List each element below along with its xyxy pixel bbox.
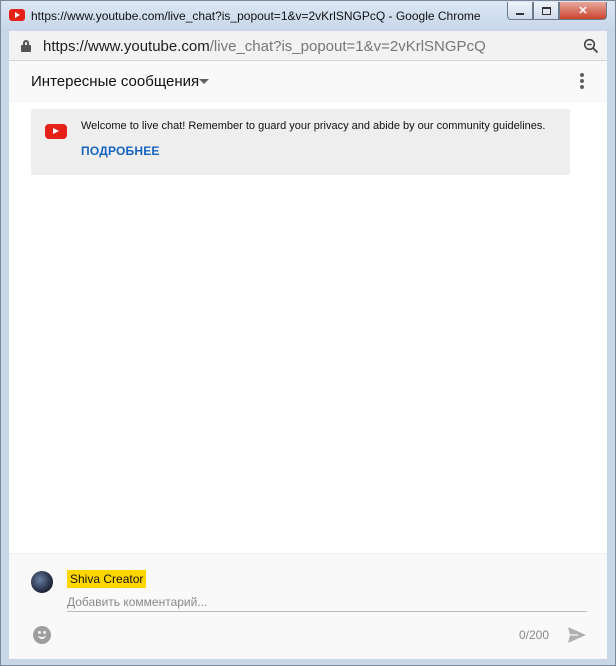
- welcome-message: Welcome to live chat! Remember to guard …: [81, 120, 546, 132]
- send-icon[interactable]: [567, 626, 587, 644]
- maximize-button[interactable]: [533, 2, 559, 20]
- lock-icon[interactable]: [21, 40, 31, 52]
- youtube-favicon-icon: [9, 9, 25, 21]
- welcome-banner: Welcome to live chat! Remember to guard …: [31, 109, 570, 175]
- zoom-icon[interactable]: [583, 38, 599, 54]
- title-bar[interactable]: https://www.youtube.com/live_chat?is_pop…: [1, 1, 615, 31]
- minimize-icon: [516, 12, 524, 15]
- minimize-button[interactable]: [507, 2, 533, 20]
- live-chat-panel: Интересные сообщения Welcome to live cha…: [9, 61, 607, 659]
- avatar: [31, 571, 53, 593]
- maximize-icon: [541, 6, 551, 15]
- learn-more-link[interactable]: ПОДРОБНЕЕ: [81, 144, 160, 158]
- url-text[interactable]: https://www.youtube.com/live_chat?is_pop…: [43, 38, 486, 55]
- address-bar[interactable]: https://www.youtube.com/live_chat?is_pop…: [9, 31, 607, 61]
- more-vert-icon[interactable]: [579, 73, 585, 91]
- close-button[interactable]: ✕: [559, 2, 607, 20]
- character-counter: 0/200: [519, 628, 550, 642]
- chat-header: Интересные сообщения: [9, 61, 607, 103]
- youtube-icon: [45, 124, 67, 139]
- url-host: https://www.youtube.com: [43, 38, 210, 55]
- author-name: Shiva Creator: [67, 570, 147, 588]
- url-path: /live_chat?is_popout=1&v=2vKrlSNGPcQ: [209, 38, 486, 55]
- message-input-area: Shiva Creator 0/200: [9, 553, 607, 659]
- window-title: https://www.youtube.com/live_chat?is_pop…: [31, 9, 481, 23]
- chevron-down-icon[interactable]: [199, 79, 209, 84]
- browser-window: https://www.youtube.com/live_chat?is_pop…: [0, 0, 616, 666]
- comment-input[interactable]: [67, 592, 587, 612]
- emoji-icon[interactable]: [33, 626, 51, 644]
- chat-mode-selector[interactable]: Интересные сообщения: [31, 73, 199, 90]
